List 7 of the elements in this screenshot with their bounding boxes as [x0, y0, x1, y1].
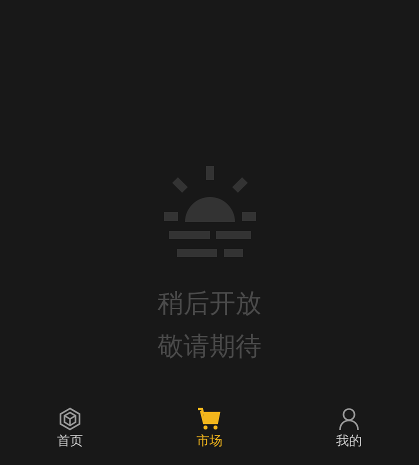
- tab-button[interactable]: 首页: [40, 407, 100, 450]
- sunrise-icon: [164, 166, 256, 259]
- cart-icon: [197, 407, 222, 431]
- tab-button[interactable]: 市场: [179, 407, 240, 450]
- tab-button[interactable]: 我的: [319, 407, 380, 450]
- cube-icon: [58, 407, 82, 431]
- person-icon: [337, 407, 362, 431]
